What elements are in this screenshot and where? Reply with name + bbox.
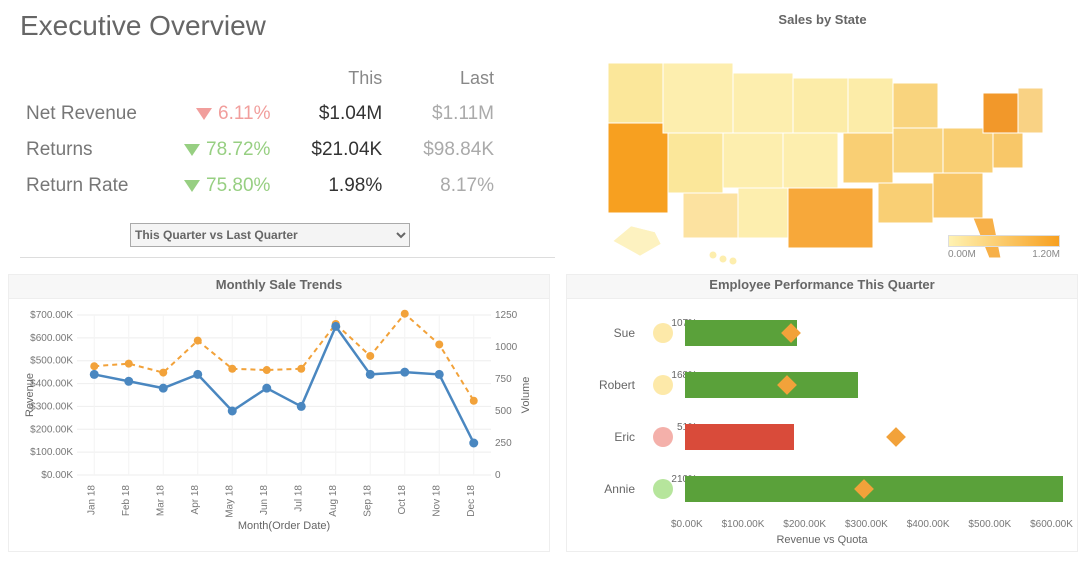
employee-bar-track bbox=[685, 424, 1069, 450]
svg-text:Revenue: Revenue bbox=[24, 373, 36, 417]
kpi-label: Returns bbox=[22, 133, 141, 167]
map-title: Sales by State bbox=[565, 10, 1080, 33]
svg-text:Jul 18: Jul 18 bbox=[293, 485, 304, 512]
trends-title: Monthly Sale Trends bbox=[9, 275, 549, 299]
svg-text:$600.00K: $600.00K bbox=[30, 333, 73, 344]
svg-text:May 18: May 18 bbox=[224, 485, 235, 518]
svg-text:750: 750 bbox=[495, 374, 512, 385]
svg-text:Aug 18: Aug 18 bbox=[328, 485, 339, 517]
employee-name: Annie 210% bbox=[575, 482, 645, 496]
executive-overview: Executive Overview This Last Net Revenue… bbox=[0, 0, 555, 268]
svg-text:Sep 18: Sep 18 bbox=[362, 485, 373, 517]
kpi-row-net-revenue: Net Revenue 6.11% $1.04M $1.11M bbox=[22, 97, 498, 131]
kpi-change: 6.11% bbox=[143, 97, 275, 131]
svg-text:$100.00K: $100.00K bbox=[30, 447, 73, 458]
employee-row: Annie 210% bbox=[575, 463, 1069, 515]
status-dot-icon bbox=[653, 375, 673, 395]
quota-marker-icon bbox=[886, 427, 906, 447]
revenue-bar bbox=[685, 424, 794, 450]
page-title: Executive Overview bbox=[20, 10, 555, 42]
kpi-this: $1.04M bbox=[276, 97, 386, 131]
arrow-down-icon bbox=[184, 180, 200, 192]
status-dot-icon bbox=[653, 323, 673, 343]
svg-text:$0.00K: $0.00K bbox=[41, 470, 73, 481]
svg-text:Mar 18: Mar 18 bbox=[155, 485, 166, 517]
divider bbox=[20, 257, 555, 258]
sales-by-state-panel: Sales by State bbox=[555, 0, 1090, 268]
trends-chart: $0.00K $100.00K $200.00K $300.00K $400.00K $5… bbox=[19, 305, 539, 533]
svg-text:Volume: Volume bbox=[520, 377, 532, 414]
svg-text:Apr 18: Apr 18 bbox=[190, 485, 201, 515]
employees-x-title: Revenue vs Quota bbox=[567, 530, 1077, 550]
employee-row: Sue 107% bbox=[575, 307, 1069, 359]
svg-text:$400.00K: $400.00K bbox=[30, 379, 73, 390]
svg-text:Jan 18: Jan 18 bbox=[86, 485, 97, 515]
employee-row: Robert 168% bbox=[575, 359, 1069, 411]
kpi-change: 78.72% bbox=[143, 133, 275, 167]
kpi-last: $1.11M bbox=[388, 97, 498, 131]
employee-bar-track bbox=[685, 476, 1069, 502]
svg-text:1250: 1250 bbox=[495, 310, 518, 321]
kpi-last: 8.17% bbox=[388, 169, 498, 203]
period-select[interactable]: This Quarter vs Last Quarter bbox=[130, 223, 410, 247]
svg-text:$500.00K: $500.00K bbox=[30, 356, 73, 367]
employee-name: Robert 168% bbox=[575, 378, 645, 392]
kpi-row-return-rate: Return Rate 75.80% 1.98% 8.17% bbox=[22, 169, 498, 203]
employee-row: Eric 51% bbox=[575, 411, 1069, 463]
arrow-down-icon bbox=[196, 108, 212, 120]
kpi-col-this: This bbox=[276, 62, 386, 95]
svg-text:500: 500 bbox=[495, 406, 512, 417]
status-dot-icon bbox=[653, 479, 673, 499]
svg-text:1000: 1000 bbox=[495, 342, 518, 353]
employee-name: Eric 51% bbox=[575, 430, 645, 444]
svg-text:$300.00K: $300.00K bbox=[30, 401, 73, 412]
svg-text:0: 0 bbox=[495, 470, 501, 481]
monthly-trends-panel: Monthly Sale Trends $0.00K $100.00K $200.0… bbox=[8, 274, 550, 552]
map-legend: 0.00M1.20M bbox=[948, 235, 1060, 260]
employees-title: Employee Performance This Quarter bbox=[567, 275, 1077, 299]
kpi-label: Net Revenue bbox=[22, 97, 141, 131]
employee-bar-track bbox=[685, 372, 1069, 398]
kpi-row-returns: Returns 78.72% $21.04K $98.84K bbox=[22, 133, 498, 167]
revenue-bar bbox=[685, 372, 858, 398]
kpi-table: This Last Net Revenue 6.11% $1.04M $1.11… bbox=[20, 60, 500, 205]
employees-x-axis: $0.00K$100.00K$200.00K$300.00K$400.00K$5… bbox=[667, 515, 1077, 530]
kpi-last: $98.84K bbox=[388, 133, 498, 167]
svg-text:Month(Order Date): Month(Order Date) bbox=[238, 520, 330, 532]
svg-text:$700.00K: $700.00K bbox=[30, 310, 73, 321]
kpi-label: Return Rate bbox=[22, 169, 141, 203]
arrow-down-icon bbox=[184, 144, 200, 156]
employee-bar-track bbox=[685, 320, 1069, 346]
svg-text:Nov 18: Nov 18 bbox=[431, 485, 442, 517]
svg-text:Jun 18: Jun 18 bbox=[259, 485, 270, 515]
status-dot-icon bbox=[653, 427, 673, 447]
kpi-change: 75.80% bbox=[143, 169, 275, 203]
svg-text:Oct 18: Oct 18 bbox=[397, 485, 408, 515]
us-map-icon bbox=[588, 33, 1058, 268]
employee-performance-panel: Employee Performance This Quarter Sue 10… bbox=[566, 274, 1078, 552]
kpi-this: $21.04K bbox=[276, 133, 386, 167]
svg-text:Dec 18: Dec 18 bbox=[466, 485, 477, 517]
svg-text:$200.00K: $200.00K bbox=[30, 424, 73, 435]
kpi-col-last: Last bbox=[388, 62, 498, 95]
svg-text:Feb 18: Feb 18 bbox=[121, 485, 132, 517]
svg-text:250: 250 bbox=[495, 438, 512, 449]
kpi-this: 1.98% bbox=[276, 169, 386, 203]
employee-name: Sue 107% bbox=[575, 326, 645, 340]
